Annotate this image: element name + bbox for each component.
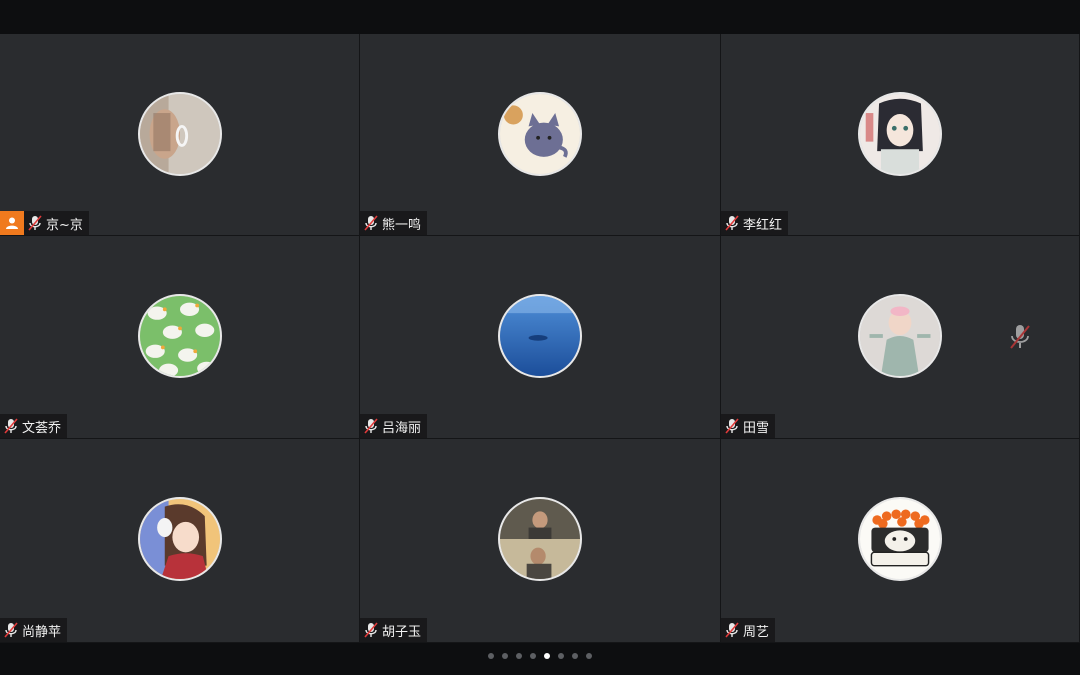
participant-avatar	[137, 497, 222, 581]
participant-name-tag: 尚静苹	[0, 618, 68, 642]
participant-tile[interactable]: 尚静苹	[0, 439, 360, 643]
participant-name: 胡子玉	[382, 624, 422, 640]
page-dot[interactable]	[516, 653, 522, 659]
page-dot[interactable]	[558, 653, 564, 659]
participant-name-tag: 文荟乔	[0, 414, 68, 438]
host-person-icon	[0, 211, 24, 235]
participant-name: 文荟乔	[22, 420, 62, 436]
participant-avatar	[858, 92, 942, 176]
participant-name: 熊一鸣	[382, 217, 422, 233]
mic-muted-icon[interactable]	[725, 418, 739, 434]
page-dot[interactable]	[586, 653, 592, 659]
participant-name: 田雪	[743, 420, 770, 436]
participant-name: 京~京	[46, 217, 83, 233]
participant-name-tag: 李红红	[721, 211, 789, 235]
mic-muted-icon[interactable]	[28, 215, 42, 231]
page-dot[interactable]	[502, 653, 508, 659]
participant-tile[interactable]: 京~京	[0, 34, 360, 236]
participant-name: 吕海丽	[382, 420, 422, 436]
participant-avatar	[498, 497, 582, 581]
participant-name-tag: 周艺	[721, 618, 776, 642]
participant-avatar	[137, 92, 222, 176]
participant-tile[interactable]: 李红红	[721, 34, 1080, 236]
participant-tile[interactable]: 胡子玉	[360, 439, 721, 643]
participant-avatar	[498, 294, 582, 378]
participant-avatar	[498, 92, 582, 176]
mic-muted-icon[interactable]	[364, 215, 378, 231]
participant-tile[interactable]: 周艺	[721, 439, 1080, 643]
mic-muted-icon[interactable]	[4, 622, 18, 638]
participant-avatar	[137, 294, 222, 378]
page-dot[interactable]	[530, 653, 536, 659]
mic-muted-icon[interactable]	[364, 418, 378, 434]
participant-name: 尚静苹	[22, 624, 62, 640]
page-dot[interactable]	[488, 653, 494, 659]
participant-name-tag: 胡子玉	[360, 618, 428, 642]
mic-muted-icon	[1010, 325, 1030, 349]
mic-muted-icon[interactable]	[725, 215, 739, 231]
participant-name: 李红红	[743, 217, 783, 233]
page-indicator[interactable]	[0, 653, 1080, 659]
participant-tile[interactable]: 文荟乔	[0, 236, 360, 439]
video-grid: 京~京 熊一鸣 李红红 文荟乔 吕海丽 田雪 尚静苹 胡子玉 周艺	[0, 34, 1080, 643]
participant-name-tag: 吕海丽	[360, 414, 428, 438]
mic-muted-icon[interactable]	[364, 622, 378, 638]
mic-muted-icon[interactable]	[4, 418, 18, 434]
participant-name-tag: 熊一鸣	[360, 211, 428, 235]
participant-tile[interactable]: 吕海丽	[360, 236, 721, 439]
mic-muted-icon[interactable]	[725, 622, 739, 638]
participant-avatar	[858, 294, 942, 378]
page-dot[interactable]	[572, 653, 578, 659]
participant-name-tag: 京~京	[0, 211, 89, 235]
participant-name-tag: 田雪	[721, 414, 776, 438]
participant-tile[interactable]: 熊一鸣	[360, 34, 721, 236]
participant-tile[interactable]: 田雪	[721, 236, 1080, 439]
participant-name: 周艺	[743, 624, 770, 640]
participant-avatar	[858, 497, 942, 581]
page-dot-active[interactable]	[544, 653, 550, 659]
